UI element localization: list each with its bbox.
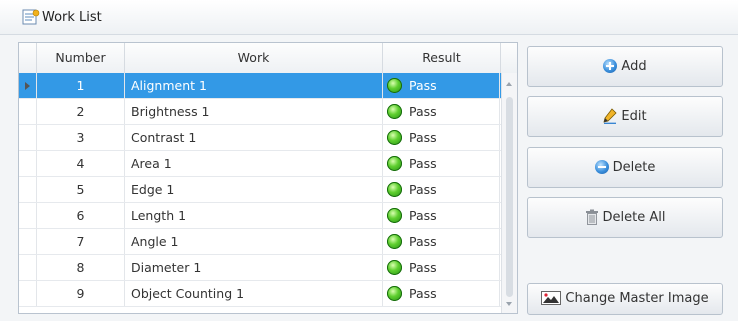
column-header-work[interactable]: Work	[125, 43, 383, 73]
table-row[interactable]: 3 Contrast 1 Pass	[19, 125, 517, 151]
cell-work: Object Counting 1	[125, 281, 383, 306]
cell-number: 5	[37, 177, 125, 202]
pass-status-icon	[387, 182, 402, 197]
row-indicator[interactable]	[19, 177, 37, 202]
pass-status-icon	[387, 130, 402, 145]
cell-result: Pass	[383, 177, 500, 202]
result-label: Pass	[409, 104, 437, 119]
row-indicator[interactable]	[19, 255, 37, 280]
table-row[interactable]: 7 Angle 1 Pass	[19, 229, 517, 255]
row-indicator[interactable]	[19, 203, 37, 228]
edit-button[interactable]: Edit	[527, 96, 723, 137]
pass-status-icon	[387, 286, 402, 301]
pass-status-icon	[387, 260, 402, 275]
trash-icon	[585, 209, 598, 225]
table-row[interactable]: 9 Object Counting 1 Pass	[19, 281, 517, 307]
cell-work: Area 1	[125, 151, 383, 176]
row-indicator[interactable]	[19, 151, 37, 176]
cell-result: Pass	[383, 125, 500, 150]
add-icon	[603, 58, 618, 73]
add-button[interactable]: Add	[527, 46, 723, 87]
result-label: Pass	[409, 260, 437, 275]
change-master-image-button-label: Change Master Image	[565, 291, 709, 306]
delete-all-button-label: Delete All	[602, 210, 666, 225]
cell-result: Pass	[383, 73, 500, 98]
cell-work: Alignment 1	[125, 73, 383, 98]
add-button-label: Add	[621, 59, 647, 74]
cell-number: 8	[37, 255, 125, 280]
column-header-result[interactable]: Result	[383, 43, 501, 73]
cell-result: Pass	[383, 229, 500, 254]
change-master-image-button[interactable]: Change Master Image	[527, 283, 723, 315]
panel-titlebar: Work List	[0, 0, 738, 35]
cell-work: Contrast 1	[125, 125, 383, 150]
cell-number: 4	[37, 151, 125, 176]
table-row[interactable]: 8 Diameter 1 Pass	[19, 255, 517, 281]
grid-header: Number Work Result	[19, 43, 517, 74]
row-indicator[interactable]	[19, 73, 37, 98]
cell-result: Pass	[383, 255, 500, 280]
pass-status-icon	[387, 234, 402, 249]
delete-button-label: Delete	[612, 160, 656, 175]
cell-work: Angle 1	[125, 229, 383, 254]
cell-number: 7	[37, 229, 125, 254]
work-grid[interactable]: Number Work Result 1 Alignment 1 Pass 2 Brig…	[18, 42, 518, 314]
cell-result: Pass	[383, 99, 500, 124]
cell-number: 9	[37, 281, 125, 306]
delete-all-button[interactable]: Delete All	[527, 197, 723, 238]
cell-result: Pass	[383, 281, 500, 306]
pass-status-icon	[387, 156, 402, 171]
cell-number: 6	[37, 203, 125, 228]
edit-button-label: Edit	[621, 109, 647, 124]
scrollbar-thumb[interactable]	[506, 97, 513, 297]
row-indicator[interactable]	[19, 125, 37, 150]
delete-icon	[594, 159, 609, 174]
result-label: Pass	[409, 130, 437, 145]
cell-work: Edge 1	[125, 177, 383, 202]
edit-pencil-icon	[603, 107, 617, 124]
result-label: Pass	[409, 208, 437, 223]
cell-number: 3	[37, 125, 125, 150]
pass-status-icon	[387, 208, 402, 223]
cell-work: Length 1	[125, 203, 383, 228]
vertical-scrollbar[interactable]	[501, 73, 517, 313]
result-label: Pass	[409, 286, 437, 301]
column-header-number[interactable]: Number	[37, 43, 125, 73]
current-row-arrow-icon	[25, 82, 30, 90]
work-list-panel: Work List Number Work Result 1 Alignment …	[0, 0, 738, 321]
pass-status-icon	[387, 104, 402, 119]
row-indicator[interactable]	[19, 229, 37, 254]
panel-title: Work List	[42, 10, 102, 25]
pass-status-icon	[387, 78, 402, 93]
scroll-down-arrow-icon[interactable]	[506, 302, 512, 306]
result-label: Pass	[409, 78, 437, 93]
row-indicator-header	[19, 43, 37, 73]
table-row[interactable]: 2 Brightness 1 Pass	[19, 99, 517, 125]
table-row[interactable]: 1 Alignment 1 Pass	[19, 73, 517, 99]
result-label: Pass	[409, 182, 437, 197]
table-row[interactable]: 4 Area 1 Pass	[19, 151, 517, 177]
result-label: Pass	[409, 156, 437, 171]
result-label: Pass	[409, 234, 437, 249]
row-indicator[interactable]	[19, 281, 37, 306]
cell-work: Diameter 1	[125, 255, 383, 280]
image-icon	[541, 291, 562, 305]
cell-result: Pass	[383, 203, 500, 228]
row-indicator[interactable]	[19, 99, 37, 124]
table-row[interactable]: 6 Length 1 Pass	[19, 203, 517, 229]
cell-number: 2	[37, 99, 125, 124]
cell-result: Pass	[383, 151, 500, 176]
table-row[interactable]: 5 Edge 1 Pass	[19, 177, 517, 203]
delete-button[interactable]: Delete	[527, 147, 723, 188]
cell-work: Brightness 1	[125, 99, 383, 124]
grid-rows: 1 Alignment 1 Pass 2 Brightness 1 Pass 3 Contra…	[19, 73, 517, 307]
cell-number: 1	[37, 73, 125, 98]
scroll-up-arrow-icon[interactable]	[506, 82, 512, 86]
work-list-icon	[22, 9, 40, 25]
